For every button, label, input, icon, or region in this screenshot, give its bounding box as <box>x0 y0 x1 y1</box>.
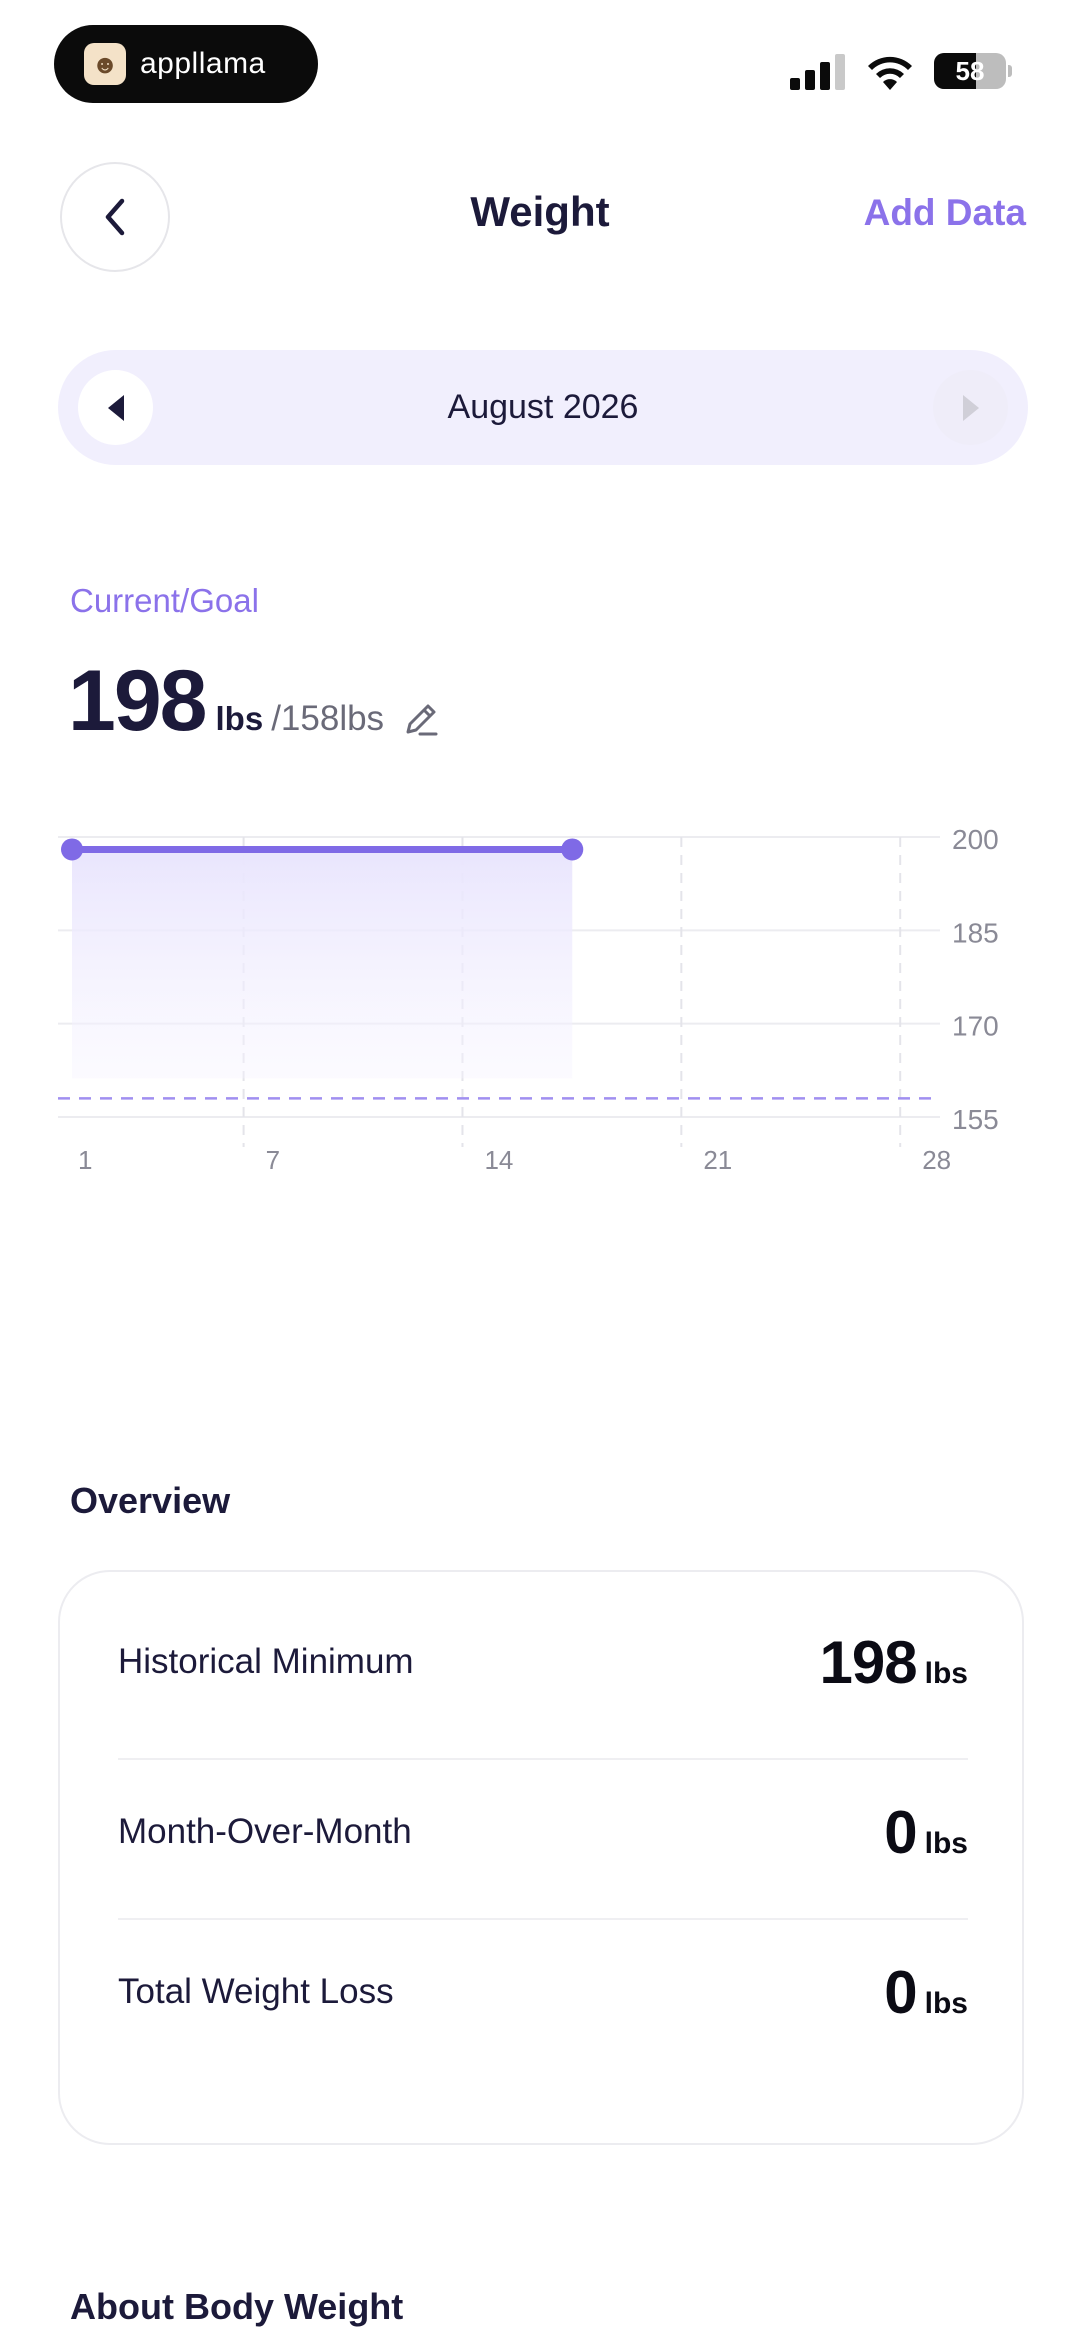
overview-row-total-weight-loss: Total Weight Loss 0 lbs <box>118 1912 968 2072</box>
month-selector: August 2026 <box>58 350 1028 465</box>
overview-row-month-over-month: Month-Over-Month 0 lbs <box>118 1752 968 1912</box>
overview-row-unit: lbs <box>924 1986 968 2020</box>
overview-row-label: Historical Minimum <box>118 1642 414 1681</box>
current-weight-unit: lbs <box>215 700 264 737</box>
overview-row-label: Total Weight Loss <box>118 1972 394 2011</box>
current-weight-value: 198 <box>68 653 207 749</box>
about-body-weight-title: About Body Weight <box>70 2286 404 2327</box>
overview-row-value: 0 <box>884 1958 917 2026</box>
goal-weight-value: 158lbs <box>280 699 385 738</box>
y-tick-label: 170 <box>952 1011 999 1042</box>
add-data-button[interactable]: Add Data <box>864 192 1026 234</box>
overview-row-value: 198 <box>819 1628 918 1696</box>
pencil-icon[interactable] <box>402 700 440 738</box>
overview-row-historical-minimum: Historical Minimum 198 lbs <box>118 1572 968 1752</box>
battery-text: 58 <box>955 56 985 86</box>
overview-row-value: 0 <box>884 1798 917 1866</box>
data-point <box>561 838 584 861</box>
back-button[interactable] <box>60 162 170 272</box>
overview-title: Overview <box>70 1480 231 1521</box>
month-label: August 2026 <box>447 388 639 426</box>
overview-row-unit: lbs <box>924 1656 968 1690</box>
overview-card: Historical Minimum 198 lbs Month-Over-Mo… <box>58 1570 1024 2145</box>
triangle-right-icon <box>962 394 979 421</box>
current-goal-value: 198 lbs / 158lbs <box>68 652 385 749</box>
app-name: appllama <box>140 47 266 80</box>
overview-row-label: Month-Over-Month <box>118 1812 412 1851</box>
y-tick-label: 155 <box>952 1104 999 1135</box>
current-goal-label: Current/Goal <box>70 582 259 619</box>
chevron-left-icon <box>105 198 125 236</box>
x-tick-label: 21 <box>703 1145 732 1175</box>
x-tick-label: 7 <box>266 1145 280 1175</box>
weight-line-chart: 200 185 170 155 1 7 14 21 28 <box>58 824 999 1175</box>
x-tick-label: 14 <box>484 1145 513 1175</box>
overview-row-unit: lbs <box>924 1826 968 1860</box>
x-tick-label: 1 <box>78 1145 92 1175</box>
page-title: Weight <box>470 188 610 235</box>
app-indicator-pill[interactable]: ☻ appllama <box>54 25 318 103</box>
next-month-button[interactable] <box>933 370 1008 445</box>
x-tick-label: 28 <box>922 1145 951 1175</box>
battery-icon: 58 <box>934 53 1012 89</box>
y-tick-label: 200 <box>952 824 999 855</box>
goal-separator: / <box>271 699 281 738</box>
wifi-icon <box>868 56 912 90</box>
signal-icon <box>790 54 845 90</box>
status-bar: ☻ appllama 58 <box>0 0 1080 110</box>
triangle-left-icon <box>107 394 124 421</box>
y-tick-label: 185 <box>952 917 999 948</box>
series-area <box>72 849 573 1079</box>
data-point <box>61 838 83 861</box>
previous-month-button[interactable] <box>78 370 153 445</box>
llama-logo-icon: ☻ <box>84 43 126 85</box>
